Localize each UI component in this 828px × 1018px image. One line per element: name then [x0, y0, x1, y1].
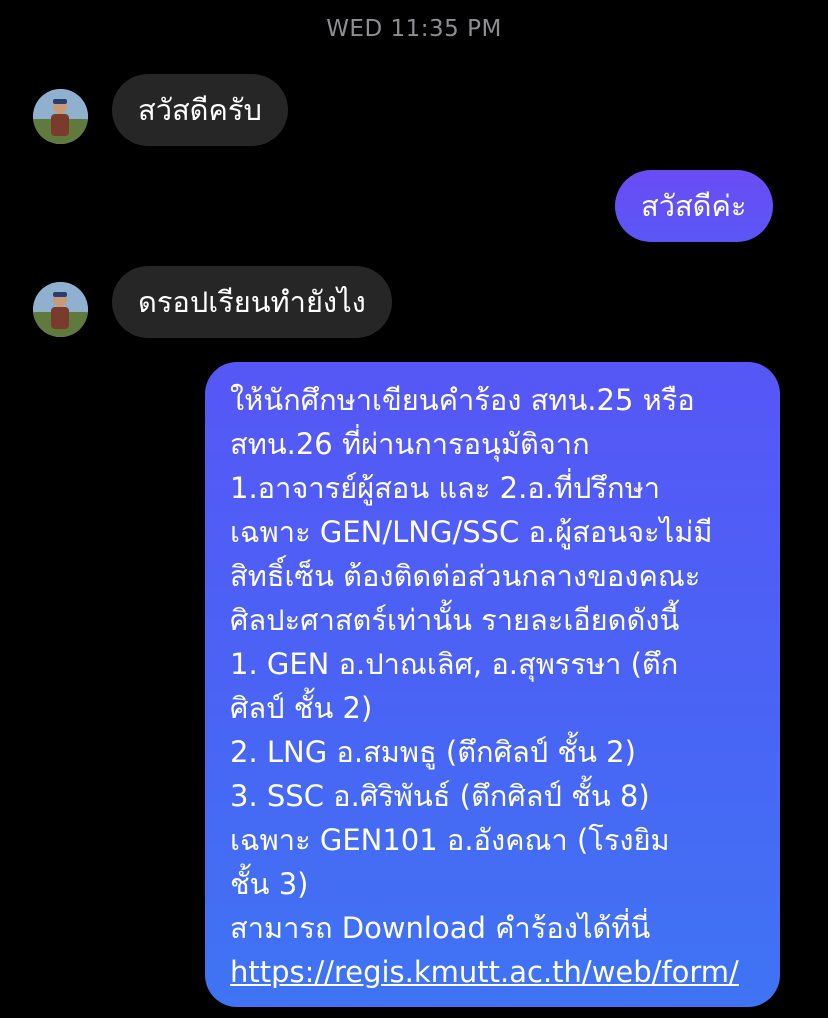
timestamp: WED 11:35 PM: [326, 16, 502, 42]
message-line: ศิลป์ ชั้น 2): [230, 691, 373, 725]
form-download-link[interactable]: https://regis.kmutt.ac.th/web/form/: [230, 950, 780, 994]
message-line: สทน.26 ที่ผ่านการอนุมัติจาก: [230, 427, 590, 461]
message-line: สามารถ Download คำร้องได้ที่นี่: [230, 911, 651, 945]
message-line: 2. LNG อ.สมพธู (ตึกศิลป์ ชั้น 2): [230, 735, 636, 769]
message-text: สวัสดีค่ะ: [641, 189, 747, 223]
message-text: สวัสดีครับ: [138, 93, 262, 127]
outgoing-message-bubble[interactable]: สวัสดีค่ะ: [615, 170, 773, 242]
message-line: 3. SSC อ.ศิริพันธ์ (ตึกศิลป์ ชั้น 8): [230, 779, 650, 813]
message-line: สิทธิ์เซ็น ต้องติดต่อส่วนกลางของคณะ: [230, 559, 701, 593]
incoming-message-bubble[interactable]: ดรอปเรียนทำยังไง: [112, 266, 392, 338]
message-line: ชั้น 3): [230, 867, 309, 901]
message-text: ดรอปเรียนทำยังไง: [138, 285, 366, 319]
message-line: เฉพาะ GEN101 อ.อังคณา (โรงยิม: [230, 823, 670, 857]
message-line: 1.อาจารย์ผู้สอน และ 2.อ.ที่ปรึกษา: [230, 471, 660, 505]
contact-avatar-icon[interactable]: [33, 89, 88, 144]
message-line: ศิลปะศาสตร์เท่านั้น รายละเอียดดังนี้: [230, 603, 680, 637]
message-line: 1. GEN อ.ปาณเลิศ, อ.สุพรรษา (ตึก: [230, 647, 679, 681]
message-line: ให้นักศึกษาเขียนคำร้อง สทน.25 หรือ: [230, 383, 695, 417]
outgoing-message-bubble-long[interactable]: ให้นักศึกษาเขียนคำร้อง สทน.25 หรือ สทน.2…: [205, 362, 780, 1007]
contact-avatar-icon[interactable]: [33, 282, 88, 337]
message-line: เฉพาะ GEN/LNG/SSC อ.ผู้สอนจะไม่มี: [230, 515, 713, 549]
incoming-message-bubble[interactable]: สวัสดีครับ: [112, 74, 288, 146]
